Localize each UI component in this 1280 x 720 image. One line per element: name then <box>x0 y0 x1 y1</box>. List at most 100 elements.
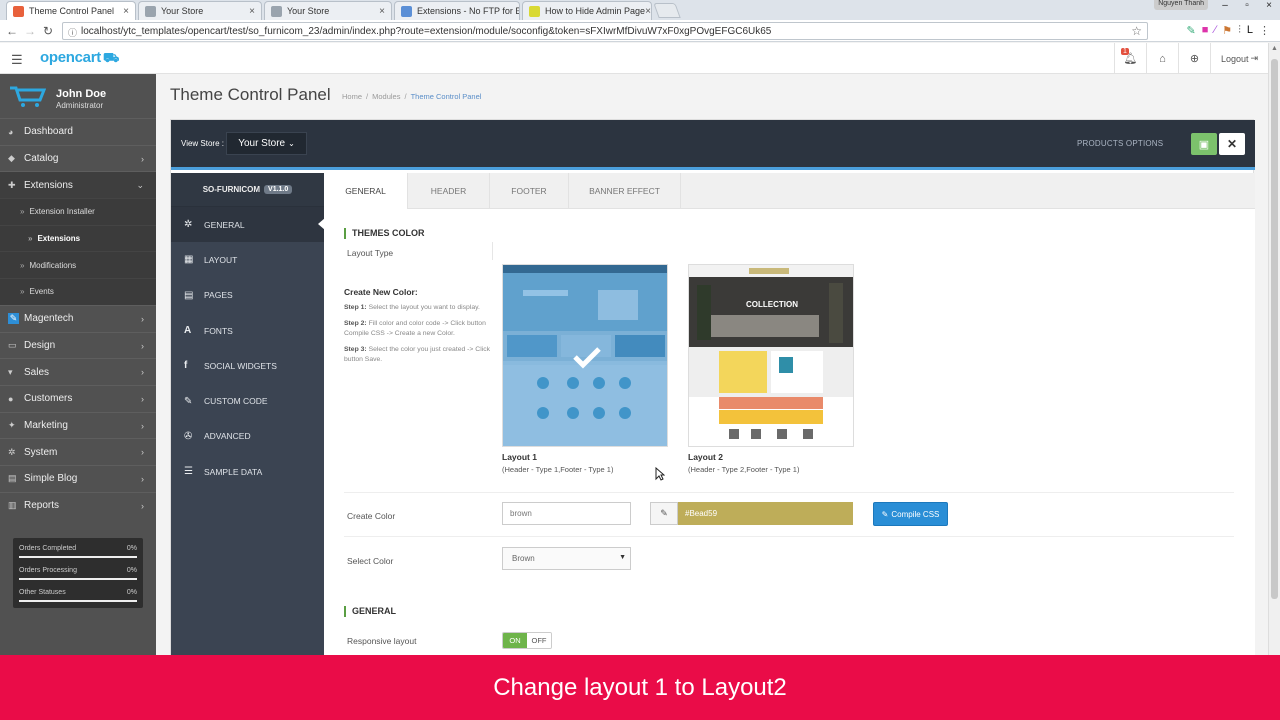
menu-icon[interactable]: ⋮ <box>1259 24 1270 37</box>
color-code-field[interactable]: #Bead59 <box>678 502 853 525</box>
brush-icon: ✎ <box>660 508 668 518</box>
breadcrumb-home[interactable]: Home <box>342 92 362 101</box>
sidebar-item-sales[interactable]: ▾ Sales › <box>0 358 156 385</box>
sidebar-subitem-events[interactable]: » Events <box>0 278 156 305</box>
help-button[interactable]: ⊕ <box>1178 43 1210 74</box>
scroll-up-icon[interactable]: ▲ <box>1271 45 1278 52</box>
notifications-button[interactable]: 1 🔔︎ <box>1114 43 1146 74</box>
nav-item-custom-code[interactable]: ✎ CUSTOM CODE <box>171 383 324 418</box>
nav-item-sample-data[interactable]: ☰ SAMPLE DATA <box>171 454 324 489</box>
nav-item-social-widgets[interactable]: f SOCIAL WIDGETS <box>171 348 324 383</box>
store-select[interactable]: Your Store ⌄ <box>226 132 307 155</box>
sidebar-item-simple-blog[interactable]: ▤ Simple Blog › <box>0 464 156 492</box>
sidebar-item-label: Reports <box>24 499 60 511</box>
save-button[interactable]: ▣ <box>1191 133 1217 155</box>
divider <box>492 242 493 260</box>
extension-icon[interactable]: ✎ <box>1187 24 1196 37</box>
dashboard-icon: ◕ <box>8 126 14 137</box>
extension-icon[interactable]: ■ <box>1202 24 1209 37</box>
back-icon[interactable]: ← <box>3 24 21 38</box>
sidebar-item-customers[interactable]: ● Customers › <box>0 384 156 412</box>
toggle-off[interactable]: OFF <box>527 633 551 648</box>
general-heading: GENERAL <box>344 606 396 617</box>
nav-item-advanced[interactable]: ✇ ADVANCED <box>171 419 324 454</box>
breadcrumb-modules[interactable]: Modules <box>372 92 400 101</box>
nav-item-label: FONTS <box>204 325 233 336</box>
tab-header[interactable]: HEADER <box>408 173 490 209</box>
menu-toggle-icon[interactable]: ☰ <box>11 52 23 68</box>
nav-item-general[interactable]: ✲ GENERAL <box>171 207 325 243</box>
sidebar-item-dashboard[interactable]: ◕ Dashboard <box>0 118 156 145</box>
chevron-right-icon: › <box>141 313 144 324</box>
create-color-input[interactable]: brown <box>502 502 631 525</box>
create-color-label: Create Color <box>347 511 396 521</box>
browser-tab-0[interactable]: Theme Control Panel × <box>6 1 136 20</box>
layout-1-thumbnail[interactable] <box>502 264 668 447</box>
page-scrollbar[interactable]: ▲ <box>1268 43 1280 655</box>
compile-css-button[interactable]: ✎ Compile CSS <box>873 502 948 526</box>
tab-footer[interactable]: FOOTER <box>490 173 569 209</box>
tab-banner-effect[interactable]: BANNER EFFECT <box>569 173 681 209</box>
nav-item-layout[interactable]: ▦ LAYOUT <box>171 242 324 277</box>
sidebar-item-magentech[interactable]: ✎ Magentech › <box>0 304 156 332</box>
browser-tab-2[interactable]: Your Store × <box>264 1 392 20</box>
breadcrumb-current[interactable]: Theme Control Panel <box>411 92 482 101</box>
page-info-icon[interactable]: ⓘ <box>68 26 77 39</box>
sidebar-item-label: Catalog <box>24 153 59 165</box>
browser-user-badge[interactable]: Nguyen Thanh <box>1154 0 1208 10</box>
user-profile[interactable]: John Doe Administrator <box>0 74 156 118</box>
responsive-layout-toggle[interactable]: ON OFF <box>502 632 552 649</box>
create-new-color-heading: Create New Color: <box>344 287 418 297</box>
browser-tab-1[interactable]: Your Store × <box>138 1 262 20</box>
layout-type-label: Layout Type <box>347 248 394 258</box>
products-options-link[interactable]: PRODUCTS OPTIONS <box>1077 139 1163 148</box>
new-tab-button[interactable] <box>653 3 681 18</box>
toggle-on[interactable]: ON <box>503 633 527 648</box>
close-tab-icon[interactable]: × <box>645 6 651 17</box>
magic-wand-icon: ✎ <box>881 509 889 519</box>
maximize-icon[interactable]: ▫ <box>1236 0 1258 14</box>
select-color-dropdown[interactable]: Brown ▼ <box>502 547 631 570</box>
minimize-icon[interactable]: – <box>1214 0 1236 14</box>
browser-tab-3[interactable]: Extensions - No FTP for E × <box>394 1 520 20</box>
reload-icon[interactable]: ↻ <box>39 24 57 38</box>
sidebar-item-extensions[interactable]: ✚ Extensions ⌄ <box>0 171 156 199</box>
close-button[interactable]: ✕ <box>1219 133 1245 155</box>
nav-item-pages[interactable]: ▤ PAGES <box>171 278 324 313</box>
forward-icon[interactable]: → <box>21 24 39 38</box>
tab-general[interactable]: GENERAL <box>324 173 408 209</box>
close-tab-icon[interactable]: × <box>123 6 129 17</box>
layout-2-thumbnail[interactable]: COLLECTION <box>688 264 854 447</box>
browser-tab-title: Your Store <box>287 6 330 16</box>
browser-tab-4[interactable]: How to Hide Admin Page × <box>522 1 652 20</box>
url-field[interactable]: ⓘ localhost/ytc_templates/opencart/test/… <box>62 22 1148 40</box>
close-window-icon[interactable]: × <box>1258 0 1280 14</box>
color-picker-button[interactable]: ✎ <box>650 502 678 525</box>
extension-icon[interactable]: ∕ <box>1214 24 1216 37</box>
extension-icons: ✎ ■ ∕ ⚑ ⫶ L ⋮ <box>1187 24 1270 37</box>
extension-icon[interactable]: ⚑ <box>1222 24 1232 37</box>
sidebar-subitem-extension-installer[interactable]: » Extension Installer <box>0 198 156 225</box>
stat-progress-bar <box>19 600 137 602</box>
sidebar-item-reports[interactable]: ▥ Reports › <box>0 491 156 519</box>
logout-button[interactable]: Logout ⇥ <box>1210 43 1268 74</box>
extension-icon[interactable]: ⫶ <box>1238 24 1241 37</box>
extension-icon[interactable]: L <box>1247 24 1253 37</box>
blog-icon: ▤ <box>8 473 17 484</box>
home-button[interactable]: ⌂ <box>1146 43 1178 74</box>
sidebar-item-marketing[interactable]: ✦ Marketing › <box>0 411 156 439</box>
sidebar-subitem-modifications[interactable]: » Modifications <box>0 251 156 279</box>
sidebar-subitem-extensions[interactable]: » Extensions <box>0 224 156 252</box>
bookmark-star-icon[interactable]: ☆ <box>1131 24 1142 38</box>
sidebar-item-catalog[interactable]: ◆ Catalog › <box>0 144 156 172</box>
nav-item-fonts[interactable]: A FONTS <box>171 313 324 348</box>
scrollbar-thumb[interactable] <box>1271 59 1278 599</box>
close-tab-icon[interactable]: × <box>379 6 385 17</box>
theme-version-box: SO-FURNICOM V1.1.0 <box>171 173 324 207</box>
opencart-logo[interactable]: opencart ⛟ <box>40 49 119 68</box>
sidebar-item-system[interactable]: ✲ System › <box>0 438 156 465</box>
breadcrumb-separator: / <box>404 92 407 101</box>
sidebar-item-design[interactable]: ▭ Design › <box>0 331 156 359</box>
bar-chart-icon: ▥ <box>8 499 17 510</box>
close-tab-icon[interactable]: × <box>249 6 255 17</box>
